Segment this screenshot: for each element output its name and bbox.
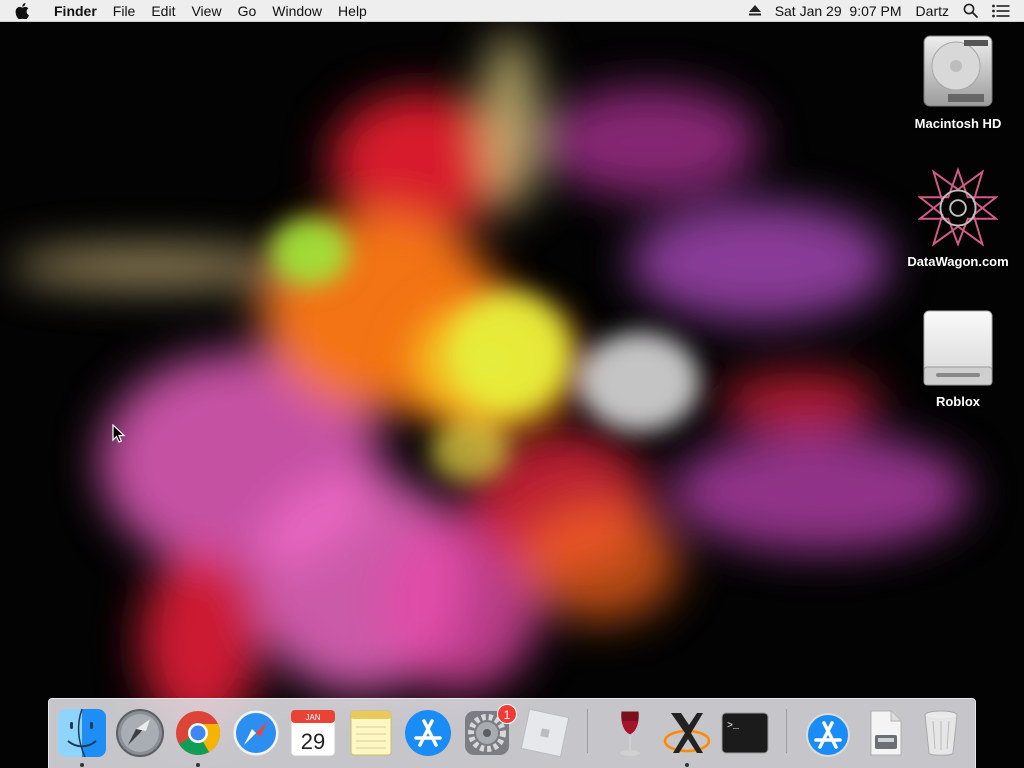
spotlight-search-icon[interactable] [956, 0, 985, 22]
menu-go[interactable]: Go [230, 0, 265, 22]
menu-view[interactable]: View [183, 0, 229, 22]
dock-trash-icon[interactable] [915, 707, 967, 759]
menubar-clock[interactable]: Sat Jan 29 9:07 PM [768, 0, 909, 22]
desktop-wallpaper [0, 22, 1024, 768]
dock: JAN 29 1 >_ [48, 698, 976, 768]
hard-drive-icon [918, 30, 998, 110]
dock-safari-icon[interactable] [230, 707, 282, 759]
dock-finder-icon[interactable] [56, 707, 108, 759]
dock-app-store-icon[interactable] [402, 707, 454, 759]
mouse-cursor-icon [112, 423, 126, 449]
dock-roblox-icon[interactable] [519, 707, 571, 759]
menu-app-finder[interactable]: Finder [44, 0, 105, 22]
desktop-icon-label: Macintosh HD [914, 116, 1002, 131]
terminal-prompt-label: >_ [727, 721, 740, 732]
menu-help[interactable]: Help [330, 0, 375, 22]
dock-launchpad-icon[interactable] [114, 707, 166, 759]
apple-menu-icon[interactable] [0, 0, 44, 22]
desktop-icon-label: DataWagon.com [907, 254, 1009, 269]
desktop-icon-roblox[interactable]: Roblox [898, 308, 1018, 409]
menu-file[interactable]: File [105, 0, 144, 22]
external-disk-icon [918, 308, 998, 388]
notification-badge: 1 [497, 704, 517, 724]
dock-calendar-icon[interactable]: JAN 29 [287, 707, 339, 759]
dock-running-indicator [196, 763, 200, 767]
dock-applications-folder-icon[interactable] [802, 707, 854, 759]
menu-bar: Finder File Edit View Go Window Help Sat… [0, 0, 1024, 22]
dock-separator [587, 709, 588, 753]
dock-documents-stack-icon[interactable] [859, 707, 911, 759]
network-server-star-icon [918, 167, 998, 248]
menu-window[interactable]: Window [264, 0, 330, 22]
dock-separator [786, 709, 787, 753]
dock-running-indicator [80, 763, 84, 767]
dock-notes-icon[interactable] [345, 707, 397, 759]
dock-terminal-icon[interactable]: >_ [719, 707, 771, 759]
calendar-month-label: JAN [305, 713, 320, 722]
dock-wine-icon[interactable] [604, 707, 656, 759]
menubar-user[interactable]: Dartz [909, 0, 956, 22]
desktop-icon-datawagon[interactable]: DataWagon.com [898, 167, 1018, 269]
calendar-day-label: 29 [301, 729, 325, 754]
desktop-icon-label: Roblox [935, 394, 981, 409]
desktop-icon-macintosh-hd[interactable]: Macintosh HD [898, 30, 1018, 131]
dock-xquartz-icon[interactable] [661, 707, 713, 759]
dock-running-indicator [685, 763, 689, 767]
menu-edit[interactable]: Edit [143, 0, 183, 22]
eject-icon[interactable] [742, 0, 768, 22]
dock-chrome-icon[interactable] [172, 707, 224, 759]
notification-center-icon[interactable] [985, 0, 1024, 22]
dock-system-preferences-icon[interactable]: 1 [461, 704, 517, 759]
